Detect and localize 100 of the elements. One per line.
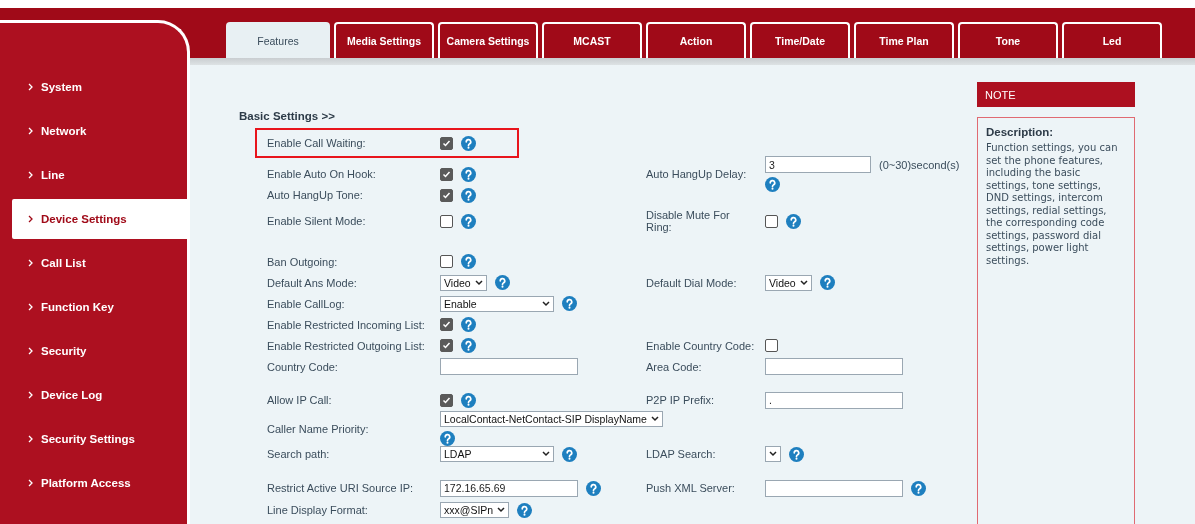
- chevron-icon: [28, 127, 33, 135]
- field-label: Default Ans Mode:: [267, 276, 358, 289]
- chevron-icon: [28, 215, 33, 223]
- sidebar-item[interactable]: Device Log: [0, 375, 187, 415]
- field-label: Enable Country Code:: [646, 339, 756, 352]
- help-icon[interactable]: [786, 213, 801, 229]
- dropdown[interactable]: Enable: [440, 295, 554, 312]
- chevron-icon: [28, 83, 33, 91]
- caret-icon: [769, 451, 777, 457]
- help-icon[interactable]: [461, 254, 476, 269]
- tab[interactable]: Media Settings: [334, 22, 434, 58]
- help-icon[interactable]: [517, 502, 533, 518]
- sidebar-item[interactable]: Security Settings: [0, 419, 187, 459]
- checkbox[interactable]: [440, 214, 453, 228]
- field-label: Enable Silent Mode:: [267, 215, 367, 227]
- dropdown[interactable]: LDAP: [440, 446, 554, 462]
- help-icon[interactable]: [562, 296, 577, 311]
- input-field[interactable]: .: [765, 391, 903, 409]
- field-label: Restrict Active URI Source IP:: [267, 482, 415, 494]
- help-icon[interactable]: [461, 187, 476, 203]
- help-icon[interactable]: [461, 213, 476, 229]
- checkbox[interactable]: [440, 318, 453, 331]
- check-icon: [442, 190, 451, 200]
- field-label: Auto HangUp Tone:: [267, 189, 364, 201]
- help-icon[interactable]: [461, 317, 476, 332]
- help-icon[interactable]: [461, 166, 476, 182]
- field-label: Ban Outgoing:: [267, 255, 339, 268]
- sidebar-item[interactable]: Function Key: [0, 287, 187, 327]
- note-heading: Description:: [986, 126, 1055, 138]
- help-icon[interactable]: [461, 392, 476, 408]
- input-field[interactable]: [765, 479, 903, 497]
- field-label: Caller Name Priority:: [267, 422, 370, 435]
- help-icon[interactable]: [765, 177, 780, 192]
- checkbox[interactable]: [440, 167, 453, 181]
- check-icon: [442, 169, 451, 179]
- chevron-icon: [28, 303, 33, 311]
- tab[interactable]: MCAST: [542, 22, 642, 58]
- unit-label: (0~30)second(s): [879, 158, 960, 171]
- dropdown[interactable]: LocalContact-NetContact-SIP DisplayName: [440, 411, 663, 427]
- sidebar-item[interactable]: Line: [0, 155, 187, 195]
- tab[interactable]: Action: [646, 22, 746, 58]
- tab[interactable]: Time/Date: [750, 22, 850, 58]
- dropdown[interactable]: [765, 446, 781, 462]
- help-icon[interactable]: [911, 480, 926, 496]
- field-label: Enable Auto On Hook:: [267, 168, 377, 180]
- help-icon[interactable]: [494, 275, 510, 290]
- check-icon: [442, 341, 451, 350]
- checkbox[interactable]: [440, 188, 453, 202]
- sidebar-item[interactable]: Network: [0, 111, 187, 151]
- chevron-icon: [28, 391, 33, 399]
- sidebar-item[interactable]: Device Settings: [12, 199, 187, 239]
- input-field[interactable]: 3: [765, 156, 871, 173]
- help-icon[interactable]: [789, 446, 804, 462]
- chevron-icon: [28, 171, 33, 179]
- field-label: Country Code:: [267, 360, 339, 373]
- tab[interactable]: Led: [1062, 22, 1162, 58]
- sidebar-item[interactable]: Call List: [0, 243, 187, 283]
- help-icon[interactable]: [586, 480, 601, 496]
- checkbox[interactable]: [765, 339, 778, 352]
- tab[interactable]: Camera Settings: [438, 22, 538, 58]
- caret-icon: [542, 451, 550, 457]
- caret-icon: [497, 507, 506, 513]
- field-label: Default Dial Mode:: [646, 276, 738, 289]
- sidebar-item[interactable]: System: [0, 67, 187, 107]
- field-label: Line Display Format:: [267, 504, 369, 516]
- caret-icon: [799, 279, 808, 286]
- sidebar-item[interactable]: Platform Access: [0, 463, 187, 503]
- tab[interactable]: Tone: [958, 22, 1058, 58]
- checkbox[interactable]: [440, 339, 453, 352]
- help-icon[interactable]: [440, 431, 455, 446]
- input-field[interactable]: [765, 358, 903, 375]
- input-field[interactable]: [440, 358, 578, 375]
- tab[interactable]: Time Plan: [854, 22, 954, 58]
- help-icon[interactable]: [562, 446, 577, 462]
- chevron-icon: [28, 347, 33, 355]
- tab[interactable]: Features: [226, 22, 330, 58]
- help-icon[interactable]: [461, 338, 476, 353]
- field-label: Search path:: [267, 448, 331, 460]
- chevron-icon: [28, 479, 33, 487]
- field-label: Enable Call Waiting:: [267, 137, 367, 149]
- field-label: Auto HangUp Delay:: [646, 168, 748, 180]
- checkbox[interactable]: [440, 136, 453, 150]
- checkbox[interactable]: [765, 214, 778, 228]
- help-icon[interactable]: [461, 135, 476, 151]
- input-field[interactable]: 172.16.65.69: [440, 479, 578, 497]
- field-label: P2P IP Prefix:: [646, 394, 716, 406]
- field-label: Enable CallLog:: [267, 297, 346, 310]
- help-icon[interactable]: [819, 275, 835, 290]
- sidebar-item[interactable]: Security: [0, 331, 187, 371]
- caret-icon: [542, 300, 550, 307]
- dropdown[interactable]: xxx@SIPn: [440, 502, 510, 518]
- field-label: Area Code:: [646, 360, 703, 373]
- field-label: Enable Restricted Outgoing List:: [267, 339, 426, 352]
- checkbox[interactable]: [440, 255, 453, 268]
- dropdown[interactable]: Video: [765, 274, 812, 291]
- dropdown[interactable]: Video: [440, 274, 487, 291]
- field-label: Disable Mute For Ring:: [646, 209, 731, 233]
- checkbox[interactable]: [440, 393, 453, 407]
- note-header: NOTE: [977, 82, 1135, 107]
- note-text: Function settings, you can set the phone features, including the basic settings, tone settings, DND settings, intercom settings, redial settings, the corresponding code settings, password dial settings, power light settings.: [986, 142, 1119, 267]
